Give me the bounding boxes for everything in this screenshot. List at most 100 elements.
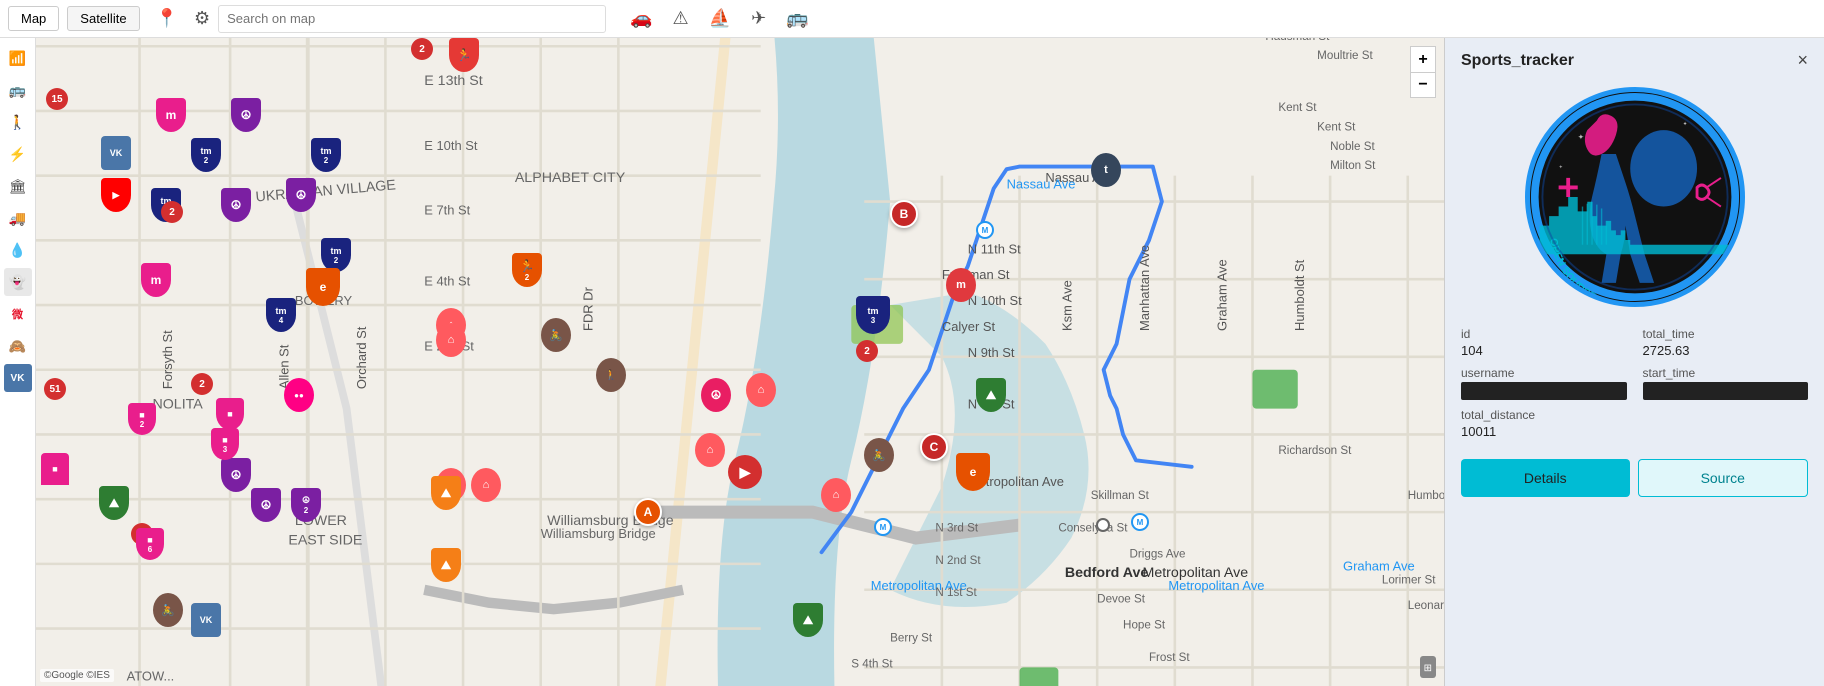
marker-hike-4[interactable]: ⛰ xyxy=(976,378,1006,412)
map-tab[interactable]: Map xyxy=(8,6,59,31)
subway-bedford[interactable]: M xyxy=(874,518,892,536)
person-tool[interactable]: 🚶 xyxy=(4,108,32,136)
details-button[interactable]: Details xyxy=(1461,459,1630,497)
marker-foursquare-4[interactable]: ■3 xyxy=(211,428,239,460)
marker-hike-1[interactable]: ⛰ xyxy=(99,486,129,520)
marker-airbnb-6[interactable]: ⌂ xyxy=(821,478,851,512)
svg-text:E 13th St: E 13th St xyxy=(424,73,483,89)
marker-e-right[interactable]: e xyxy=(956,453,990,491)
marker-cycle-1[interactable]: 🚴 xyxy=(541,318,571,352)
marker-num-1[interactable]: 15 xyxy=(46,88,68,110)
marker-peace-r1[interactable]: ☮ xyxy=(701,378,731,412)
svg-text:Humboldt St: Humboldt St xyxy=(1292,259,1307,331)
marker-wikiloc-1[interactable]: 🚶 xyxy=(596,358,626,392)
car-filter-icon[interactable]: 🚗 xyxy=(630,8,652,29)
marker-airbnb-5[interactable]: ⌂ xyxy=(746,373,776,407)
marker-peace-2[interactable]: ☮ xyxy=(221,188,251,222)
plane-filter-icon[interactable]: ✈ xyxy=(751,8,766,29)
marker-play[interactable]: ▶ xyxy=(728,455,762,489)
warning-filter-icon[interactable]: ⚠ xyxy=(673,8,689,29)
marker-foursquare-2[interactable]: ■6 xyxy=(136,528,164,560)
search-bar[interactable] xyxy=(218,5,606,33)
eye-off-tool[interactable]: 🙈 xyxy=(4,332,32,360)
marker-tm-3[interactable]: tm4 xyxy=(266,298,296,332)
search-input[interactable] xyxy=(227,11,597,26)
marker-peace-1[interactable]: ☮ xyxy=(231,98,261,132)
marker-tm-4[interactable]: tm2 xyxy=(311,138,341,172)
svg-text:Driggs Ave: Driggs Ave xyxy=(1130,547,1186,560)
marker-peace-5[interactable]: ☮ xyxy=(251,488,281,522)
marker-peace-4[interactable]: ☮ xyxy=(221,458,251,492)
subway-nassau[interactable]: M xyxy=(976,221,994,239)
svg-text:Devoe St: Devoe St xyxy=(1097,593,1146,606)
lorimer-dot xyxy=(1096,518,1110,532)
wifi-tool[interactable]: 📶 xyxy=(4,44,32,72)
marker-tm-brooklyn[interactable]: tm3 xyxy=(856,296,890,334)
svg-text:N 2nd St: N 2nd St xyxy=(935,554,981,567)
marker-vk-1[interactable]: VK xyxy=(101,136,131,170)
marker-meetup[interactable]: m xyxy=(946,268,976,302)
building-tool[interactable]: 🏛 xyxy=(4,172,32,200)
marker-foursquare-3[interactable]: ■ xyxy=(216,398,244,430)
marker-e-1[interactable]: e xyxy=(306,268,340,306)
marker-num-4[interactable]: 2 xyxy=(191,373,213,395)
start-time-label: start_time xyxy=(1643,366,1809,380)
marker-airbnb-7[interactable]: ⌂ xyxy=(695,433,725,467)
marker-hike-3[interactable]: ⛰ xyxy=(431,548,461,582)
vk-tool[interactable]: VK xyxy=(4,364,32,392)
marker-num-5[interactable]: 51 xyxy=(44,378,66,400)
route-marker-b[interactable]: B xyxy=(890,200,918,228)
marker-tm-5[interactable]: tm2 xyxy=(321,238,351,272)
drop-tool[interactable]: 💧 xyxy=(4,236,32,264)
subway-lorimer[interactable]: M xyxy=(1131,513,1149,531)
svg-text:NOLITA: NOLITA xyxy=(152,397,203,413)
marker-tm-1[interactable]: tm2 xyxy=(191,138,221,172)
zoom-out-button[interactable]: − xyxy=(1410,72,1436,98)
source-button[interactable]: Source xyxy=(1638,459,1809,497)
marker-yt-1[interactable]: ▶ xyxy=(101,178,131,212)
marker-cycle-3[interactable]: 🚴 xyxy=(153,593,183,627)
zoom-in-button[interactable]: + xyxy=(1410,46,1436,72)
map-area[interactable]: E 14th St E 13th St E 10th St E 7th St E… xyxy=(36,38,1444,686)
marker-m-2[interactable]: m xyxy=(141,263,171,297)
marker-run-2[interactable]: 🏃2 xyxy=(512,253,542,287)
marker-airbnb-4[interactable]: ⌂ xyxy=(436,323,466,357)
boat-filter-icon[interactable]: ⛵ xyxy=(709,8,731,29)
marker-peace-6[interactable]: ☮2 xyxy=(291,488,321,522)
panel-title: Sports_tracker xyxy=(1461,52,1574,70)
ghost-tool[interactable]: 👻 xyxy=(4,268,32,296)
bus-filter-icon[interactable]: 🚌 xyxy=(786,8,808,29)
marker-m-1[interactable]: m xyxy=(156,98,186,132)
satellite-tab[interactable]: Satellite xyxy=(67,6,139,31)
marker-run-1[interactable]: 🏃 xyxy=(449,38,479,72)
location-pin-icon[interactable]: 📍 xyxy=(156,8,178,29)
svg-text:✦: ✦ xyxy=(1558,164,1562,170)
marker-vk-2[interactable]: VK xyxy=(191,603,221,637)
marker-airbnb-3[interactable]: ⌂ xyxy=(471,468,501,502)
marker-cycle-2[interactable]: 🚴 xyxy=(864,438,894,472)
bus-tool[interactable]: 🚌 xyxy=(4,76,32,104)
lightning-tool[interactable]: ⚡ xyxy=(4,140,32,168)
marker-foursquare-5[interactable]: ■ xyxy=(41,453,69,485)
panel-close-button[interactable]: × xyxy=(1797,50,1808,71)
marker-hike-2[interactable]: ⛰ xyxy=(431,476,461,510)
marker-foursquare-1[interactable]: ■2 xyxy=(128,403,156,435)
svg-text:Conselyea St: Conselyea St xyxy=(1058,522,1128,535)
map-view-toggle[interactable]: ⊞ xyxy=(1420,656,1436,678)
route-marker-c[interactable]: C xyxy=(920,433,948,461)
marker-num-7[interactable]: 2 xyxy=(856,340,878,362)
marker-flickr[interactable]: ●● xyxy=(284,378,314,412)
svg-text:Nassau Ave: Nassau Ave xyxy=(1007,177,1076,192)
weibo-tool[interactable]: 微 xyxy=(4,300,32,328)
svg-text:Leonard St: Leonard St xyxy=(1408,599,1444,612)
marker-num-3[interactable]: 2 xyxy=(411,38,433,60)
marker-num-2[interactable]: 2 xyxy=(161,201,183,223)
route-marker-a[interactable]: A xyxy=(634,498,662,526)
marker-hike-5[interactable]: ⛰ xyxy=(793,603,823,637)
total-time-field: total_time 2725.63 xyxy=(1643,327,1809,358)
marker-peace-3[interactable]: ☮ xyxy=(286,178,316,212)
marker-tumblr[interactable]: t xyxy=(1091,153,1121,187)
truck-tool[interactable]: 🚚 xyxy=(4,204,32,232)
left-sidebar: 📶 🚌 🚶 ⚡ 🏛 🚚 💧 👻 微 🙈 VK xyxy=(0,38,36,686)
settings-icon[interactable]: ⚙ xyxy=(194,8,210,29)
